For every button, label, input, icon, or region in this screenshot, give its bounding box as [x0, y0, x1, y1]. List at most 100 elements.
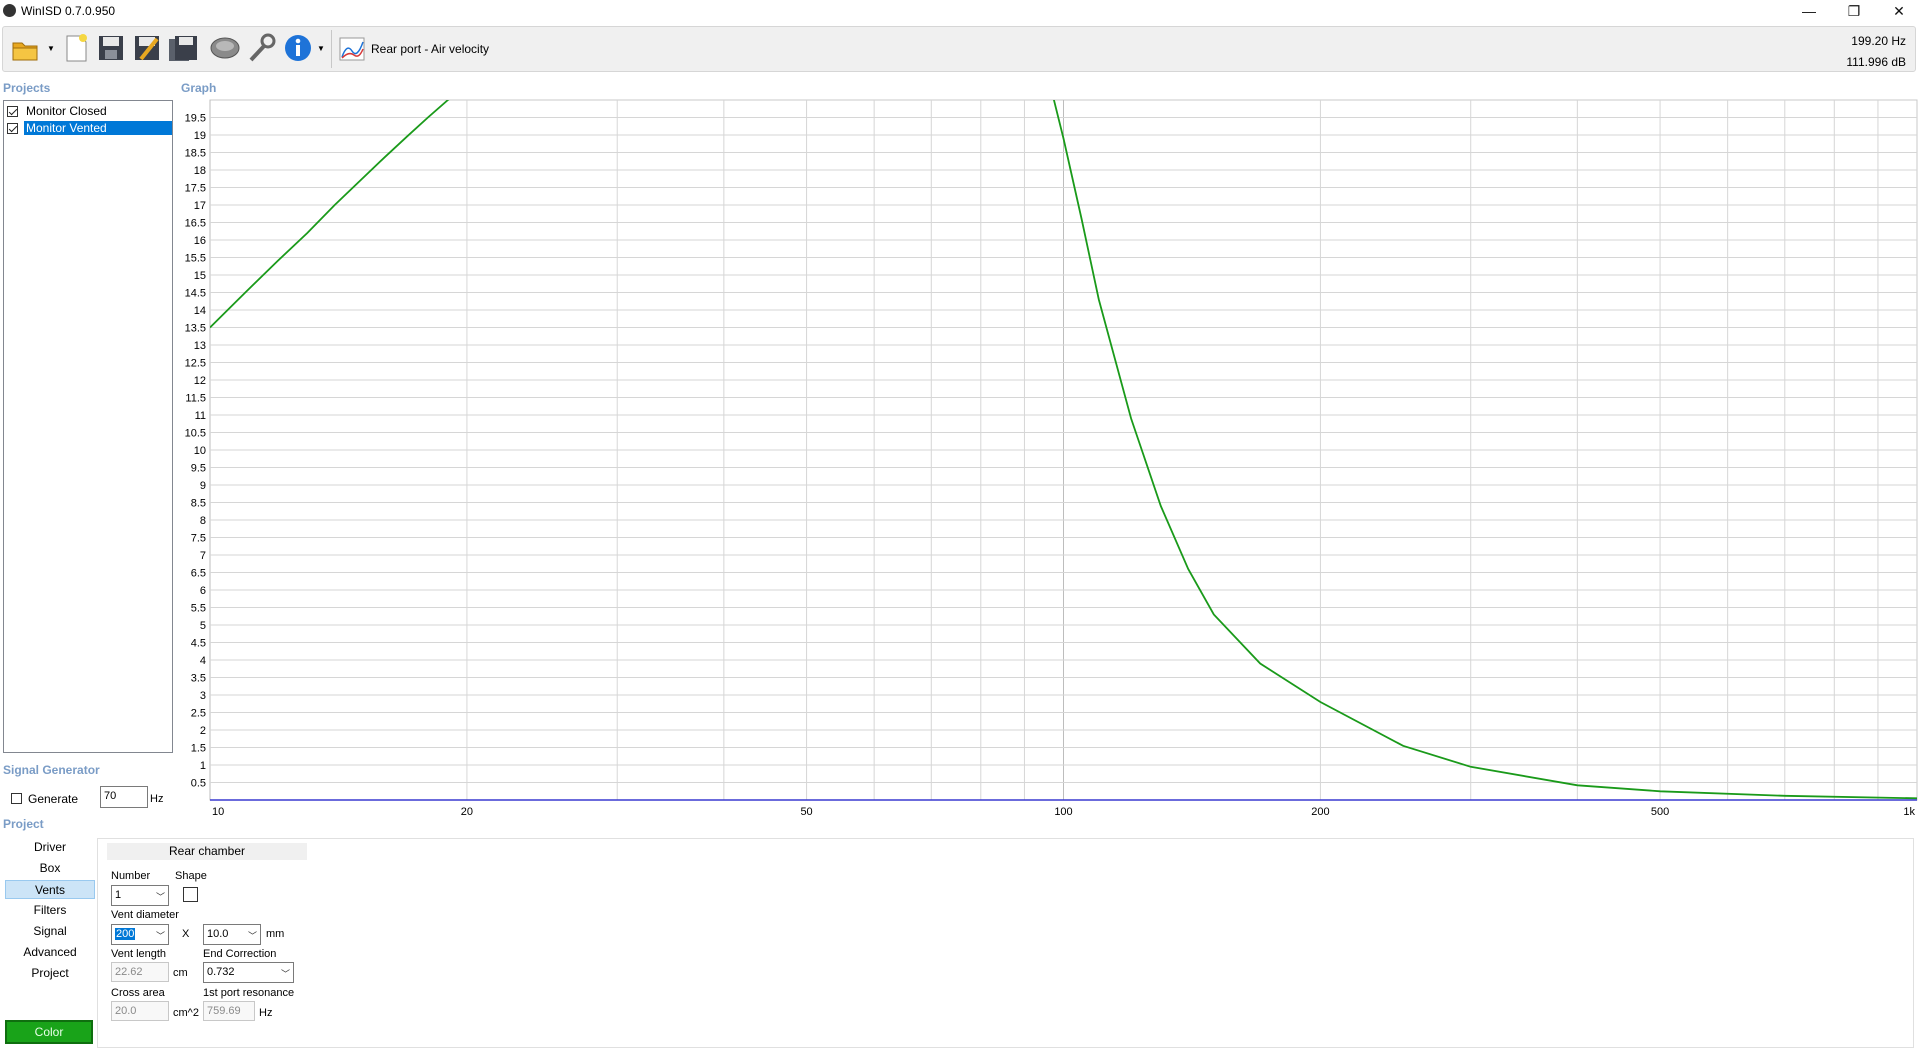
y-tick-label: 16.5: [185, 218, 206, 230]
cm2-unit: cm^2: [173, 1007, 199, 1019]
x-tick-label: 1k: [1903, 806, 1915, 818]
nav-filters[interactable]: Filters: [5, 901, 95, 920]
port-resonance-label: 1st port resonance: [203, 987, 295, 999]
minimize-button[interactable]: —: [1786, 0, 1832, 22]
save-as-button[interactable]: [131, 32, 163, 64]
signal-generator-title: Signal Generator: [3, 763, 100, 777]
y-tick-label: 15: [194, 270, 206, 282]
driver-db-icon: [210, 37, 240, 59]
window-title: WinISD 0.7.0.950: [21, 4, 116, 18]
title-bar: [0, 0, 1918, 22]
y-tick-label: 12: [194, 375, 206, 387]
vent-diameter-value: 200: [115, 928, 136, 940]
save-all-button[interactable]: [167, 32, 199, 64]
color-button[interactable]: Color: [5, 1020, 93, 1044]
save-button[interactable]: [95, 32, 127, 64]
nav-driver[interactable]: Driver: [5, 838, 95, 857]
y-tick-label: 7.5: [191, 533, 206, 545]
y-tick-label: 11: [195, 410, 206, 422]
project-section-title: Project: [3, 817, 44, 831]
toolbar-separator: [331, 30, 332, 68]
vent-length-label: Vent length: [111, 948, 167, 960]
nav-box[interactable]: Box: [5, 859, 95, 878]
project-label[interactable]: Monitor Vented: [24, 121, 172, 135]
open-button[interactable]: [10, 32, 42, 64]
graph-mode-label: Rear port - Air velocity: [371, 42, 490, 56]
signal-frequency-unit: Hz: [150, 793, 164, 805]
cross-area-label: Cross area: [111, 987, 165, 999]
y-tick-label: 16: [194, 235, 206, 247]
end-correction-label: End Correction: [203, 948, 277, 960]
y-tick-label: 5.5: [191, 603, 206, 615]
y-tick-label: 18.5: [185, 148, 206, 160]
driver-database-button[interactable]: [209, 32, 241, 64]
tools-icon: [249, 33, 276, 62]
project-item[interactable]: Monitor Closed: [7, 103, 109, 119]
project-label[interactable]: Monitor Closed: [24, 104, 109, 118]
shape-label: Shape: [175, 870, 207, 882]
nav-project[interactable]: Project: [5, 964, 95, 983]
vents-panel: [97, 838, 1914, 1048]
project-checkbox[interactable]: [7, 105, 18, 117]
y-tick-label: 10: [194, 445, 206, 457]
graph-chart[interactable]: 0.511.522.533.544.555.566.577.588.599.51…: [178, 98, 1918, 818]
y-tick-label: 14: [194, 305, 206, 317]
x-tick-label: 200: [1311, 806, 1329, 818]
y-tick-label: 0.5: [191, 778, 206, 790]
tools-button[interactable]: [245, 32, 277, 64]
y-tick-label: 14.5: [185, 288, 206, 300]
vent-number-value: 1: [115, 889, 122, 901]
vent-number-select[interactable]: 1 ﹀: [111, 885, 169, 906]
nav-vents[interactable]: Vents: [5, 880, 95, 899]
y-tick-label: 19: [194, 130, 206, 142]
new-project-button[interactable]: [60, 32, 92, 64]
close-button[interactable]: ✕: [1876, 0, 1918, 22]
x-tick-label: 100: [1054, 806, 1072, 818]
tab-rear-chamber[interactable]: Rear chamber: [107, 843, 307, 860]
cm-unit: cm: [173, 967, 188, 979]
generate-label: Generate: [28, 792, 79, 806]
app-icon: [3, 4, 16, 17]
vent-diameter2-value: 10.0: [207, 928, 229, 940]
y-tick-label: 13: [194, 340, 206, 352]
info-dropdown-icon[interactable]: ▼: [317, 44, 325, 53]
y-tick-label: 3.5: [191, 673, 206, 685]
vent-diameter-label: Vent diameter: [111, 909, 179, 921]
x-tick-label: 10: [212, 806, 224, 818]
save-all-icon: [169, 36, 197, 61]
open-icon: [12, 42, 38, 61]
vent-length-field: 22.62: [111, 962, 169, 982]
hz-unit: Hz: [259, 1007, 273, 1019]
y-tick-label: 8.5: [191, 498, 206, 510]
y-tick-label: 2.5: [191, 708, 206, 720]
y-tick-label: 4.5: [191, 638, 206, 650]
y-tick-label: 7: [200, 550, 206, 562]
chevron-down-icon: ﹀: [280, 969, 290, 979]
y-tick-label: 18: [194, 165, 206, 177]
open-dropdown-icon[interactable]: ▼: [47, 44, 55, 53]
x-tick-label: 500: [1651, 806, 1669, 818]
signal-frequency-input[interactable]: 70: [100, 786, 148, 808]
shape-box[interactable]: [183, 887, 198, 902]
project-checkbox[interactable]: [7, 122, 18, 134]
restore-button[interactable]: ❐: [1831, 0, 1877, 22]
generate-checkbox[interactable]: [11, 793, 28, 807]
end-correction-select[interactable]: 0.732 ﹀: [203, 962, 294, 983]
number-label: Number: [111, 870, 151, 882]
vent-diameter-select[interactable]: 200 ﹀: [111, 924, 169, 945]
graph-type-button[interactable]: [336, 32, 368, 64]
y-tick-label: 1: [200, 760, 206, 772]
cursor-frequency-readout: 199.20 Hz: [1851, 34, 1906, 48]
cursor-level-readout: 111.996 dB: [1846, 55, 1906, 69]
info-button[interactable]: [282, 32, 314, 64]
graph-section-title: Graph: [181, 81, 217, 95]
nav-signal[interactable]: Signal: [5, 922, 95, 941]
nav-advanced[interactable]: Advanced: [5, 943, 95, 962]
projects-section-title: Projects: [3, 81, 51, 95]
vent-diameter2-select[interactable]: 10.0 ﹀: [203, 924, 261, 945]
project-item[interactable]: Monitor Vented: [7, 120, 172, 136]
y-tick-label: 3: [200, 690, 206, 702]
y-tick-label: 6.5: [191, 568, 206, 580]
y-tick-label: 11.5: [185, 393, 206, 405]
y-tick-label: 9: [200, 480, 206, 492]
